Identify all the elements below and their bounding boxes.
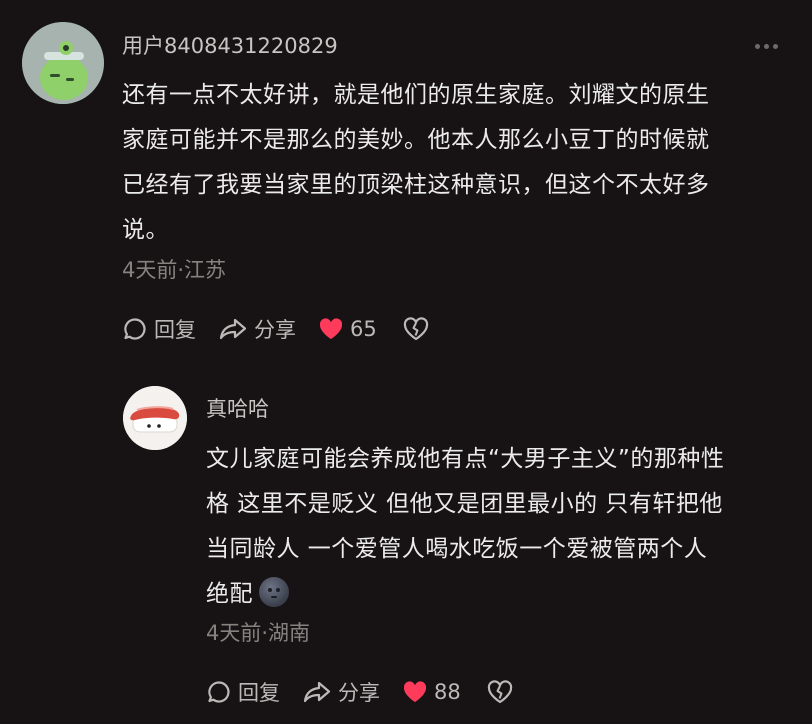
broken-heart-icon	[403, 317, 428, 341]
new-moon-face-emoji-icon	[259, 577, 289, 607]
comment-line: 格 这里不是贬义 但他又是团里最小的 只有轩把他	[206, 491, 723, 517]
comment-text: 还有一点不太好讲，就是他们的原生家庭。刘耀文的原生 家庭可能并不是那么的美妙。他…	[122, 73, 710, 253]
username[interactable]: 用户8408431220829	[122, 30, 338, 60]
like-button[interactable]: 88	[402, 680, 461, 704]
share-button[interactable]: 分享	[302, 677, 380, 707]
username[interactable]: 真哈哈	[206, 393, 269, 423]
comment-line: 绝配	[206, 581, 253, 607]
comment-line: 已经有了我要当家里的顶梁柱这种意识，但这个不太好多	[122, 172, 710, 198]
share-label: 分享	[254, 318, 296, 342]
reply-button[interactable]: 回复	[122, 314, 196, 344]
timestamp-location: 4天前·湖南	[206, 621, 311, 645]
avatar[interactable]	[22, 22, 104, 104]
heart-icon	[319, 318, 343, 339]
comment-line: 说。	[122, 217, 169, 243]
dislike-button[interactable]	[487, 680, 513, 704]
comment-line: 家庭可能并不是那么的美妙。他本人那么小豆丁的时候就	[122, 127, 710, 153]
reply-bubble-icon	[208, 681, 230, 703]
like-count: 88	[434, 680, 461, 704]
reply-bubble-icon	[124, 318, 146, 340]
share-label: 分享	[338, 681, 380, 705]
broken-heart-icon	[487, 680, 512, 704]
dislike-button[interactable]	[403, 317, 429, 341]
more-options-icon[interactable]	[755, 44, 778, 49]
like-count: 65	[350, 317, 377, 341]
reply-label: 回复	[238, 681, 280, 705]
comment-actions: 回复 分享 65	[122, 312, 429, 346]
comment-line: 文儿家庭可能会养成他有点“大男子主义”的那种性	[206, 446, 725, 472]
like-button[interactable]: 65	[318, 317, 377, 341]
green-cartoon-avatar-icon	[22, 22, 104, 104]
reply-label: 回复	[154, 318, 196, 342]
sushi-avatar-icon	[123, 386, 187, 450]
share-arrow-icon	[219, 318, 247, 340]
timestamp-location: 4天前·江苏	[122, 258, 227, 282]
share-button[interactable]: 分享	[218, 314, 296, 344]
comment-line: 还有一点不太好讲，就是他们的原生家庭。刘耀文的原生	[122, 82, 710, 108]
share-arrow-icon	[303, 681, 331, 703]
reply-button[interactable]: 回复	[206, 677, 280, 707]
comment-text: 文儿家庭可能会养成他有点“大男子主义”的那种性 格 这里不是贬义 但他又是团里最…	[206, 437, 724, 617]
comment-line-last: 绝配	[206, 572, 724, 617]
heart-icon	[403, 681, 427, 702]
avatar[interactable]	[123, 386, 187, 450]
comment-line: 当同龄人 一个爱管人喝水吃饭一个爱被管两个人	[206, 536, 708, 562]
comment-actions: 回复 分享 88	[206, 675, 513, 709]
